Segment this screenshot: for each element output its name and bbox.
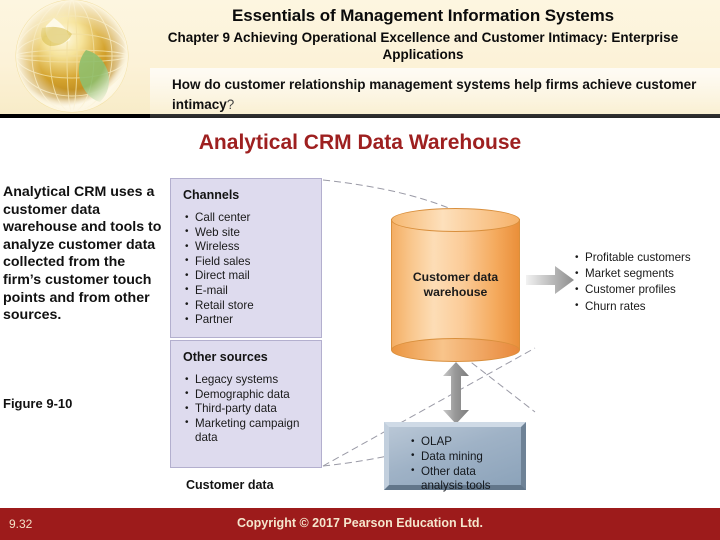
list-item: Direct mail — [185, 269, 254, 284]
list-item: Partner — [185, 313, 254, 328]
figure-label: Figure 9-10 — [3, 396, 73, 411]
copyright-text: Copyright © 2017 Pearson Education Ltd. — [236, 516, 484, 530]
list-item: Customer profiles — [575, 282, 691, 298]
slide-description: Analytical CRM uses a customer data ware… — [3, 184, 162, 324]
cylinder-bottom-ellipse — [391, 338, 520, 362]
list-item: Third-party data — [185, 402, 299, 417]
analysis-tools-box: OLAP Data mining Other data analysis too… — [384, 422, 526, 492]
list-item: Market segments — [575, 266, 691, 282]
list-item: Wireless — [185, 240, 254, 255]
slide-header: Essentials of Management Information Sys… — [0, 0, 720, 118]
other-sources-list: Legacy systems Demographic data Third-pa… — [185, 373, 299, 446]
list-item: Web site — [185, 225, 254, 241]
header-question: How do customer relationship management … — [172, 75, 706, 115]
slide: Essentials of Management Information Sys… — [0, 0, 720, 540]
double-arrow-vertical-icon — [441, 362, 471, 424]
slide-footer: 9.32 Copyright © 2017 Pearson Education … — [0, 508, 720, 540]
list-item: OLAP — [411, 435, 491, 450]
list-item-continuation: data — [195, 431, 218, 445]
course-title: Essentials of Management Information Sys… — [232, 6, 614, 25]
list-item: Legacy systems — [185, 373, 299, 388]
customer-data-caption: Customer data — [186, 478, 274, 492]
list-item: Marketing campaign — [185, 416, 299, 432]
list-item: Field sales — [185, 254, 254, 270]
warehouse-label-line1: Customer data — [412, 270, 499, 284]
header-question-text: How do customer relationship management … — [172, 77, 697, 112]
list-item: Retail store — [185, 298, 254, 314]
other-sources-box: Other sources Legacy systems Demographic… — [170, 340, 322, 468]
list-item: E-mail — [185, 283, 254, 299]
customer-data-warehouse-cylinder: Customer data warehouse — [391, 208, 520, 362]
arrow-right-icon — [526, 265, 575, 295]
list-item: Churn rates — [575, 298, 691, 315]
page-title: Analytical CRM Data Warehouse — [198, 131, 522, 154]
list-item-continuation: analysis tools — [421, 479, 491, 493]
chapter-subtitle: Chapter 9 Achieving Operational Excellen… — [167, 30, 679, 62]
globe-icon — [2, 0, 142, 122]
list-item: Data mining — [411, 449, 491, 465]
channels-list: Call center Web site Wireless Field sale… — [185, 211, 254, 328]
warehouse-label: Customer data warehouse — [391, 270, 520, 300]
warehouse-label-line2: warehouse — [423, 285, 488, 299]
list-item: Profitable customers — [575, 249, 691, 266]
list-item: Demographic data — [185, 387, 299, 403]
header-question-mark: ? — [226, 97, 235, 112]
outputs-list: Profitable customers Market segments Cus… — [575, 249, 691, 315]
list-item: Other data — [411, 464, 491, 480]
other-sources-heading: Other sources — [183, 350, 268, 364]
list-item: Call center — [185, 211, 254, 226]
channels-heading: Channels — [183, 188, 240, 202]
analysis-tools-list: OLAP Data mining Other data analysis too… — [411, 435, 491, 494]
cylinder-top-ellipse — [391, 208, 520, 232]
channels-box: Channels Call center Web site Wireless F… — [170, 178, 322, 338]
crm-data-warehouse-diagram: Channels Call center Web site Wireless F… — [163, 170, 720, 500]
